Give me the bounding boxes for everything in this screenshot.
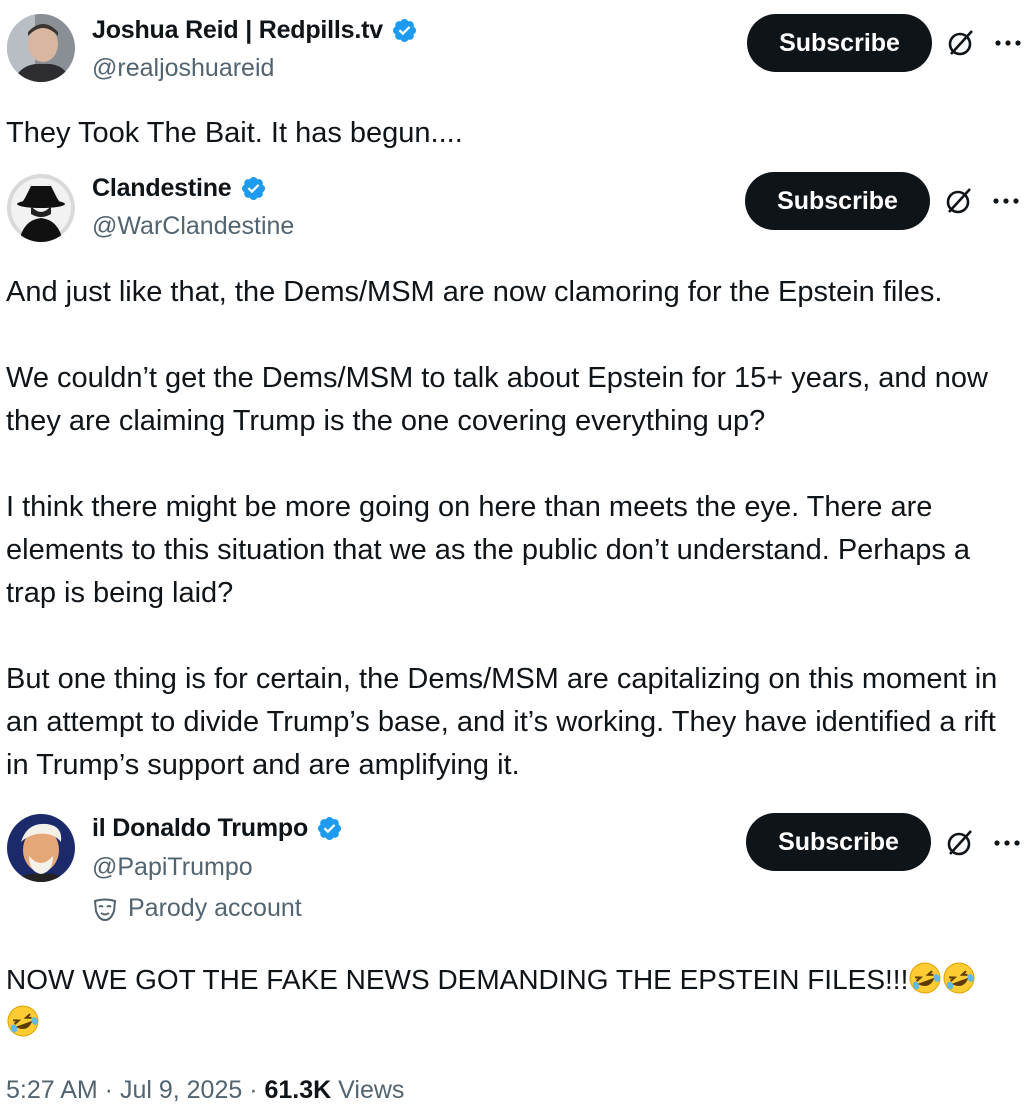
display-name[interactable]: il Donaldo Trumpo	[92, 814, 308, 843]
handle[interactable]: @realjoshuareid	[92, 54, 274, 83]
subscribe-button[interactable]: Subscribe	[746, 813, 931, 871]
post-paragraph: But one thing is for certain, the Dems/M…	[6, 663, 1006, 781]
parody-mask-icon	[93, 898, 117, 921]
verified-badge-icon	[392, 18, 416, 43]
post-text-content: NOW WE GOT THE FAKE NEWS DEMANDING THE E…	[6, 964, 909, 995]
separator: ·	[97, 1076, 120, 1104]
avatar[interactable]	[7, 14, 75, 82]
handle[interactable]: @PapiTrumpo	[92, 853, 253, 882]
laughing-emoji-icon	[909, 962, 941, 994]
post-time[interactable]: 5:27 AM	[6, 1076, 98, 1105]
post-text: They Took The Bait. It has begun....	[6, 117, 463, 149]
laughing-emoji-icon	[7, 1005, 39, 1037]
grok-icon[interactable]	[945, 828, 975, 858]
more-icon[interactable]	[993, 38, 1023, 48]
author-name-row: il Donaldo Trumpo	[92, 814, 343, 843]
laughing-emoji-icon	[943, 962, 975, 994]
avatar[interactable]	[7, 174, 75, 242]
post-paragraph: We couldn’t get the Dems/MSM to talk abo…	[6, 362, 997, 437]
post-date[interactable]: Jul 9, 2025	[120, 1076, 242, 1105]
subscribe-button[interactable]: Subscribe	[745, 172, 930, 230]
separator: ·	[242, 1076, 265, 1104]
grok-icon[interactable]	[946, 28, 976, 58]
post-metadata: 5:27 AM · Jul 9, 2025 · 61.3K Views	[6, 1076, 404, 1105]
author-name-row: Clandestine	[92, 174, 267, 203]
author-name-row: Joshua Reid | Redpills.tv	[92, 16, 418, 45]
display-name[interactable]: Joshua Reid | Redpills.tv	[92, 16, 383, 45]
avatar[interactable]	[7, 814, 75, 882]
parody-text: Parody account	[128, 894, 302, 922]
handle[interactable]: @WarClandestine	[92, 212, 294, 241]
more-icon[interactable]	[991, 196, 1021, 206]
parody-label: Parody account	[92, 894, 302, 923]
views-count: 61.3K	[264, 1076, 332, 1104]
subscribe-button[interactable]: Subscribe	[747, 14, 932, 72]
more-icon[interactable]	[992, 838, 1022, 848]
post-paragraph: And just like that, the Dems/MSM are now…	[6, 276, 943, 308]
display-name[interactable]: Clandestine	[92, 174, 232, 203]
grok-icon[interactable]	[944, 186, 974, 216]
post-paragraph: I think there might be more going on her…	[6, 491, 979, 609]
verified-badge-icon	[318, 816, 342, 841]
verified-badge-icon	[241, 176, 265, 201]
post-text: NOW WE GOT THE FAKE NEWS DEMANDING THE E…	[6, 958, 1021, 1044]
views-label: Views	[331, 1076, 405, 1104]
